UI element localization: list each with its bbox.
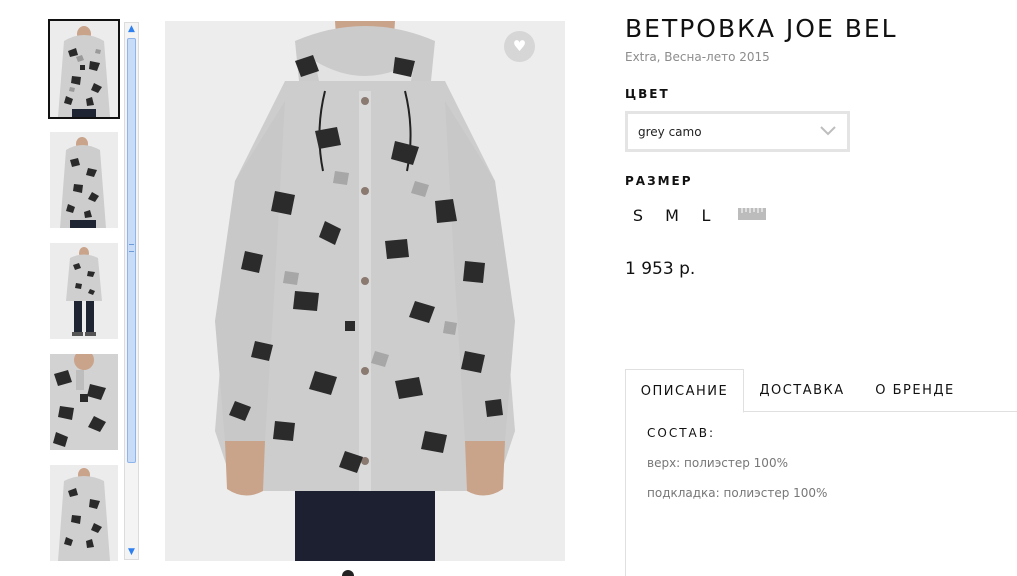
chevron-down-icon [820, 126, 836, 136]
size-options: S M L [630, 204, 732, 226]
tab-description-label: ОПИСАНИЕ [640, 383, 729, 399]
color-select[interactable]: grey camo [625, 111, 850, 152]
tab-delivery-label: ДОСТАВКА [759, 383, 845, 398]
product-tabs: ОПИСАНИЕ ДОСТАВКА О БРЕНДЕ [625, 369, 1017, 413]
thumbnail-scrollbar[interactable]: ▲ ▼ [124, 22, 139, 560]
description-panel: СОСТАВ: верх: полиэстер 100% подкладка: … [625, 412, 1017, 576]
favorite-button[interactable]: ♥ [504, 31, 535, 62]
tab-description[interactable]: ОПИСАНИЕ [625, 369, 744, 413]
composition-heading: СОСТАВ: [647, 426, 716, 440]
tab-delivery[interactable]: ДОСТАВКА [744, 369, 860, 412]
size-option-l[interactable]: L [698, 206, 714, 225]
scroll-up-icon[interactable]: ▲ [126, 23, 137, 36]
thumbnail-list [48, 19, 120, 576]
product-title: ВЕТРОВКА JOE BEL [625, 14, 898, 43]
color-label: ЦВЕТ [625, 87, 670, 101]
composition-line: верх: полиэстер 100% [647, 456, 788, 470]
ruler-icon[interactable] [738, 208, 766, 220]
product-page: ▲ ▼ ♥ ВЕТРОВКА JOE BEL Extra, Весна-лето… [0, 0, 1017, 576]
scrollbar-thumb[interactable] [127, 38, 136, 463]
size-option-s[interactable]: S [630, 206, 646, 225]
thumbnail-4[interactable] [50, 354, 118, 450]
product-price: 1 953 р. [625, 259, 696, 279]
tab-brand[interactable]: О БРЕНДЕ [865, 369, 965, 412]
product-subtitle: Extra, Весна-лето 2015 [625, 50, 770, 64]
gallery-dot[interactable] [342, 570, 354, 576]
thumbnail-3[interactable] [50, 243, 118, 339]
heart-icon: ♥ [512, 37, 527, 55]
size-label: РАЗМЕР [625, 174, 693, 188]
scrollbar-grip [129, 244, 134, 252]
thumbnail-5[interactable] [50, 465, 118, 561]
thumbnail-2[interactable] [50, 132, 118, 228]
main-product-image[interactable] [165, 21, 565, 561]
composition-line: подкладка: полиэстер 100% [647, 486, 828, 500]
scroll-down-icon[interactable]: ▼ [126, 546, 137, 559]
color-selected-value: grey camo [638, 124, 702, 139]
size-option-m[interactable]: M [664, 206, 680, 225]
thumbnail-1[interactable] [48, 19, 120, 119]
tab-brand-label: О БРЕНДЕ [875, 383, 955, 398]
